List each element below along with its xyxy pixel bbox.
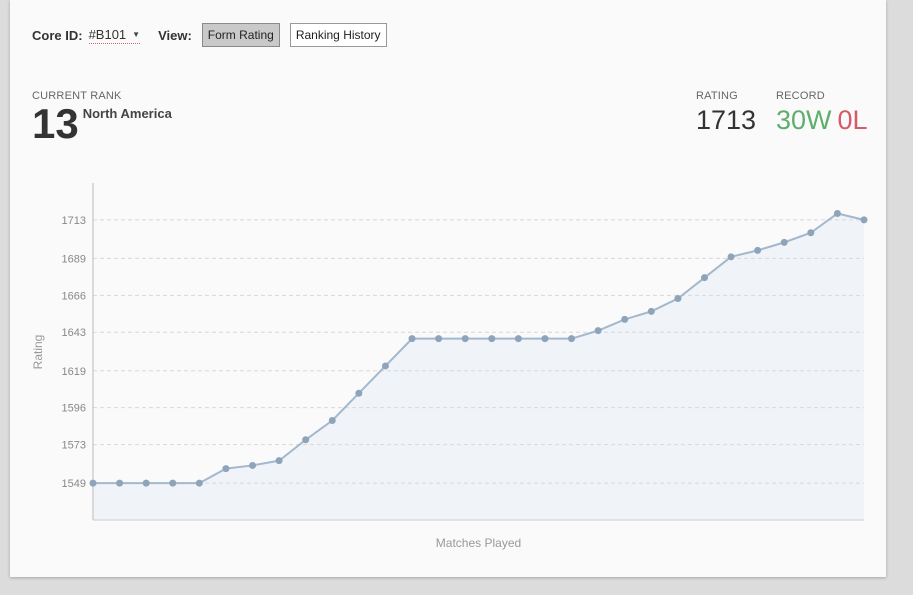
data-point [275, 457, 283, 465]
data-point [541, 335, 549, 343]
data-point [355, 389, 363, 397]
data-point [408, 335, 416, 343]
data-point [222, 465, 230, 473]
data-point [674, 295, 682, 303]
data-point [169, 479, 177, 487]
data-point [621, 315, 629, 323]
data-point [435, 335, 443, 343]
y-tick-label: 1689 [62, 253, 86, 265]
data-point [860, 216, 868, 224]
area-fill [93, 213, 864, 520]
data-point [302, 436, 310, 444]
data-point [488, 335, 496, 343]
y-tick-label: 1596 [62, 403, 86, 415]
data-point [381, 362, 389, 370]
data-point [594, 327, 602, 335]
data-point [727, 253, 735, 261]
data-point [461, 335, 469, 343]
data-point [249, 461, 257, 469]
y-tick-label: 1666 [62, 290, 86, 302]
data-point [116, 479, 124, 487]
data-point [142, 479, 150, 487]
data-point [833, 209, 841, 217]
y-tick-label: 1713 [62, 215, 86, 227]
data-point [514, 335, 522, 343]
data-point [568, 335, 576, 343]
x-axis-label: Matches Played [436, 536, 521, 550]
y-tick-label: 1619 [62, 366, 86, 378]
y-tick-label: 1643 [62, 327, 86, 339]
data-point [328, 417, 336, 425]
rating-card: Core ID: #B101 ▼ View: Form Rating Ranki… [10, 0, 886, 577]
data-point [780, 238, 788, 246]
data-point [754, 246, 762, 254]
y-tick-label: 1573 [62, 440, 86, 452]
data-point [700, 274, 708, 282]
data-point [89, 479, 97, 487]
rating-chart: 1549 1573 1596 1619 1643 1666 1689 1713 Matches … [31, 183, 868, 550]
data-point [195, 479, 203, 487]
y-axis-label: Rating [31, 335, 45, 370]
data-point [647, 307, 655, 315]
data-point [807, 229, 815, 237]
y-tick-label: 1549 [62, 478, 86, 490]
